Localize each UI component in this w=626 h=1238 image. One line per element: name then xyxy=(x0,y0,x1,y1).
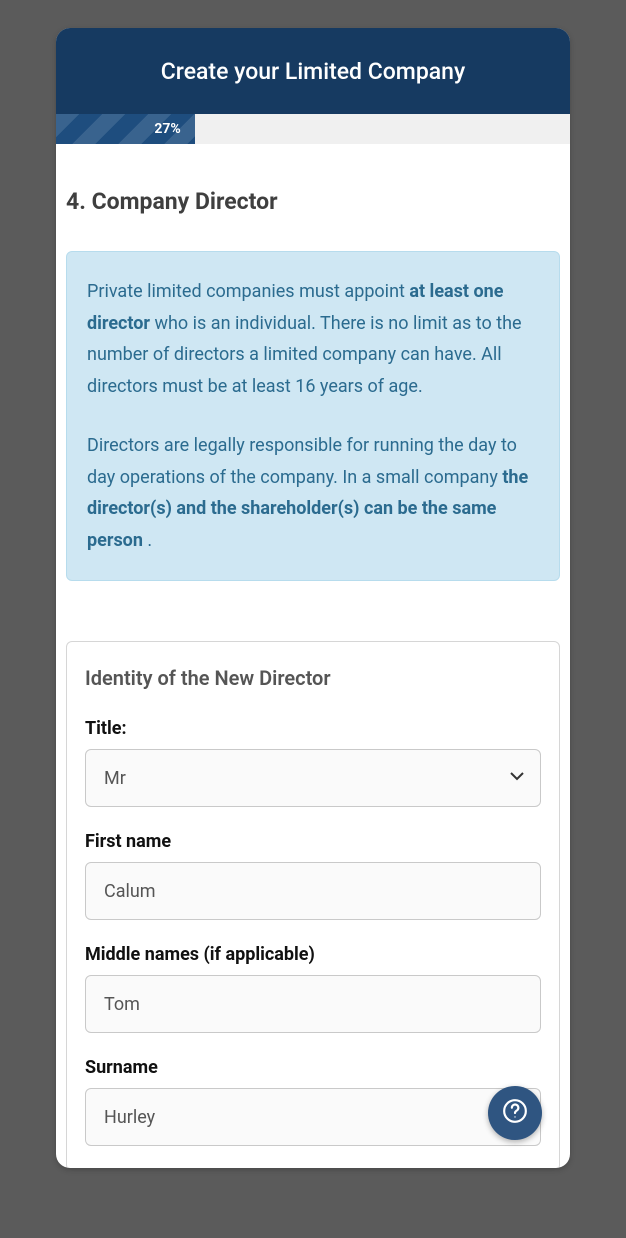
select-title[interactable]: Mr xyxy=(85,749,541,807)
label-middle-names: Middle names (if applicable) xyxy=(85,944,541,965)
field-title: Title: Mr xyxy=(85,718,541,807)
field-first-name: First name xyxy=(85,831,541,920)
help-button[interactable] xyxy=(488,1086,542,1140)
info-text: . xyxy=(143,530,152,551)
input-first-name[interactable] xyxy=(85,862,541,920)
info-text: Private limited companies must appoint xyxy=(87,281,409,302)
step-heading: 4. Company Director xyxy=(66,188,560,215)
label-first-name: First name xyxy=(85,831,541,852)
info-paragraph-2: Directors are legally responsible for ru… xyxy=(87,430,539,556)
question-icon xyxy=(502,1098,528,1128)
identity-form-section: Identity of the New Director Title: Mr F… xyxy=(66,641,560,1168)
progress-bar: 27% xyxy=(56,114,570,144)
progress-label: 27% xyxy=(154,121,180,137)
field-surname: Surname xyxy=(85,1057,541,1146)
progress-fill: 27% xyxy=(56,114,195,144)
info-text: Directors are legally responsible for ru… xyxy=(87,435,517,488)
info-text: who is an individual. There is no limit … xyxy=(87,313,522,397)
input-surname[interactable] xyxy=(85,1088,541,1146)
input-middle-names[interactable] xyxy=(85,975,541,1033)
page-title: Create your Limited Company xyxy=(161,58,465,85)
label-title: Title: xyxy=(85,718,541,739)
info-box: Private limited companies must appoint a… xyxy=(66,251,560,581)
info-paragraph-1: Private limited companies must appoint a… xyxy=(87,276,539,402)
form-section-title: Identity of the New Director xyxy=(85,666,541,690)
title-bar: Create your Limited Company xyxy=(56,28,570,114)
label-surname: Surname xyxy=(85,1057,541,1078)
field-middle-names: Middle names (if applicable) xyxy=(85,944,541,1033)
form-card: Create your Limited Company 27% 4. Compa… xyxy=(56,28,570,1168)
